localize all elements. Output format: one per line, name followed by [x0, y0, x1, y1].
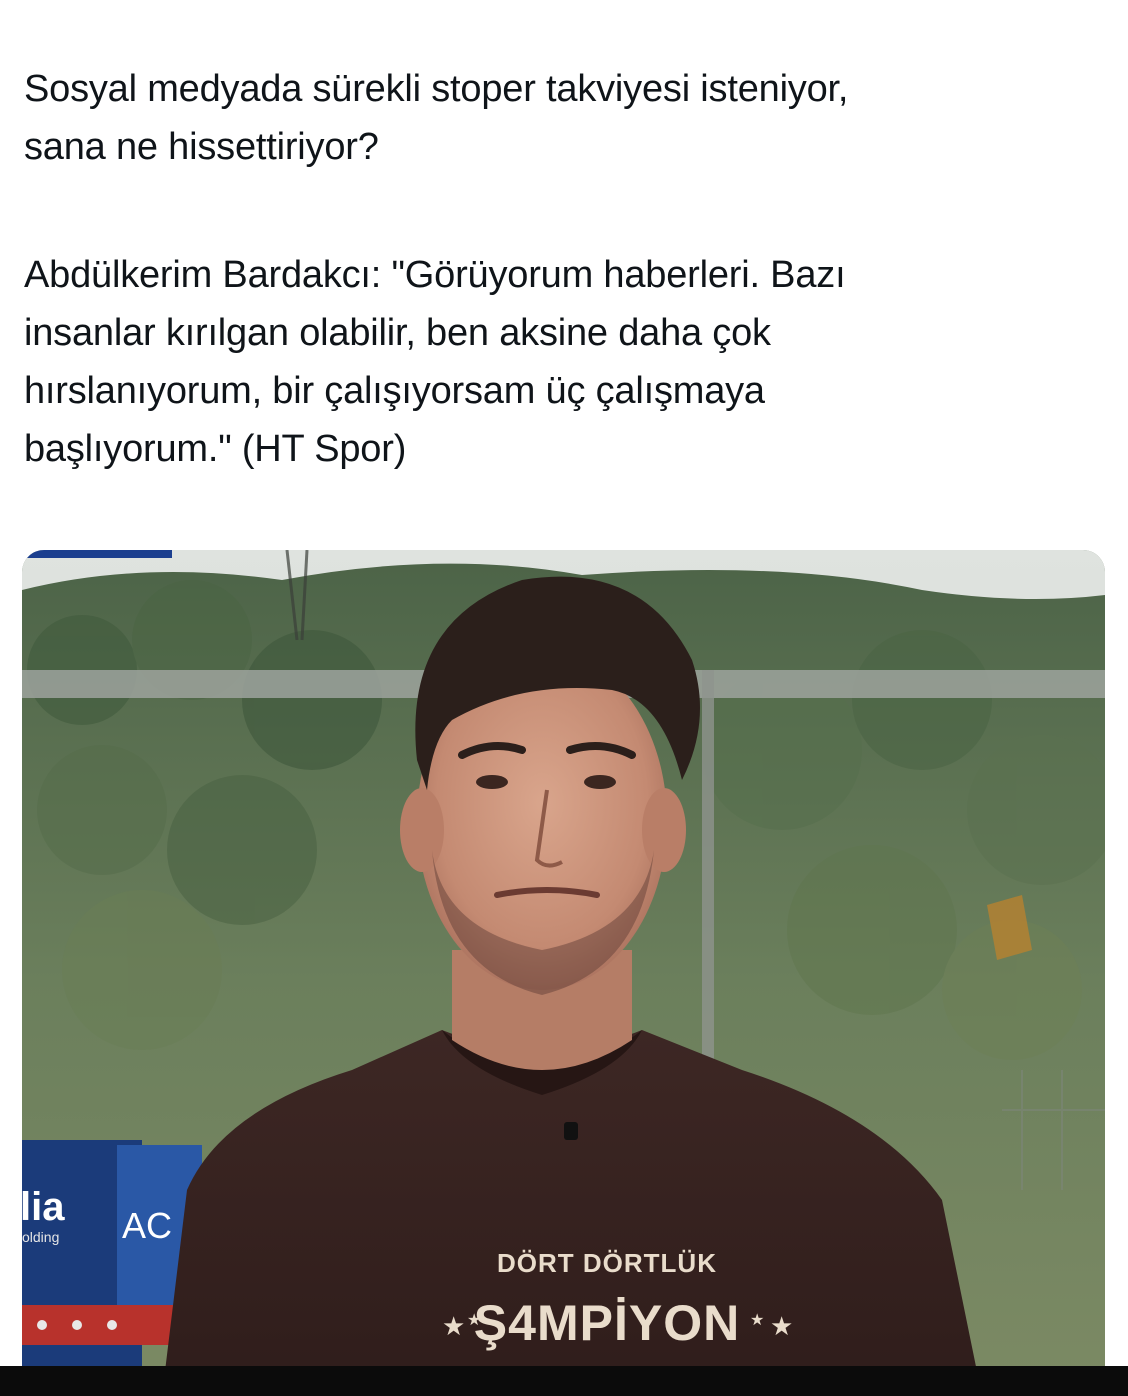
shirt-text-line-1: DÖRT DÖRTLÜK	[497, 1248, 717, 1278]
bottom-bar	[0, 1366, 1128, 1396]
star-right-icon: ★	[770, 1312, 793, 1342]
answer-line-2: insanlar kırılgan olabilir, ben aksine d…	[24, 312, 771, 354]
star-left-small-icon: ★	[467, 1310, 481, 1329]
interview-photo: lia olding AC DÖRT DÖRTLÜK Ş4MPİYON ★ ★ …	[22, 550, 1105, 1396]
answer-line-4: başlıyorum." (HT Spor)	[24, 428, 407, 470]
tweet-text: Sosyal medyada sürekli stoper takviyesi …	[24, 60, 1084, 478]
left-ear	[400, 788, 444, 872]
right-eye	[584, 775, 616, 789]
sponsor-text-1-sub: olding	[22, 1229, 59, 1245]
answer-line-3: hırslanıyorum, bir çalışıyorsam üç çalış…	[24, 370, 765, 412]
left-eye	[476, 775, 508, 789]
lapel-microphone	[564, 1122, 578, 1140]
star-right-small-icon: ★	[750, 1310, 764, 1329]
star-left-icon: ★	[442, 1312, 465, 1342]
tweet-media-image[interactable]: lia olding AC DÖRT DÖRTLÜK Ş4MPİYON ★ ★ …	[22, 550, 1105, 1396]
tv-logo-strip	[22, 550, 172, 558]
shirt-text-line-2: Ş4MPİYON	[474, 1295, 740, 1351]
right-ear	[642, 788, 686, 872]
sponsor-text-1: lia	[22, 1185, 65, 1229]
question-line-2: sana ne hissettiriyor?	[24, 126, 379, 168]
tweet-screenshot: Sosyal medyada sürekli stoper takviyesi …	[0, 0, 1128, 1396]
answer-line-1: Abdülkerim Bardakcı: "Görüyorum haberler…	[24, 254, 846, 296]
question-line-1: Sosyal medyada sürekli stoper takviyesi …	[24, 68, 849, 110]
sponsor-text-2: AC	[122, 1205, 172, 1246]
